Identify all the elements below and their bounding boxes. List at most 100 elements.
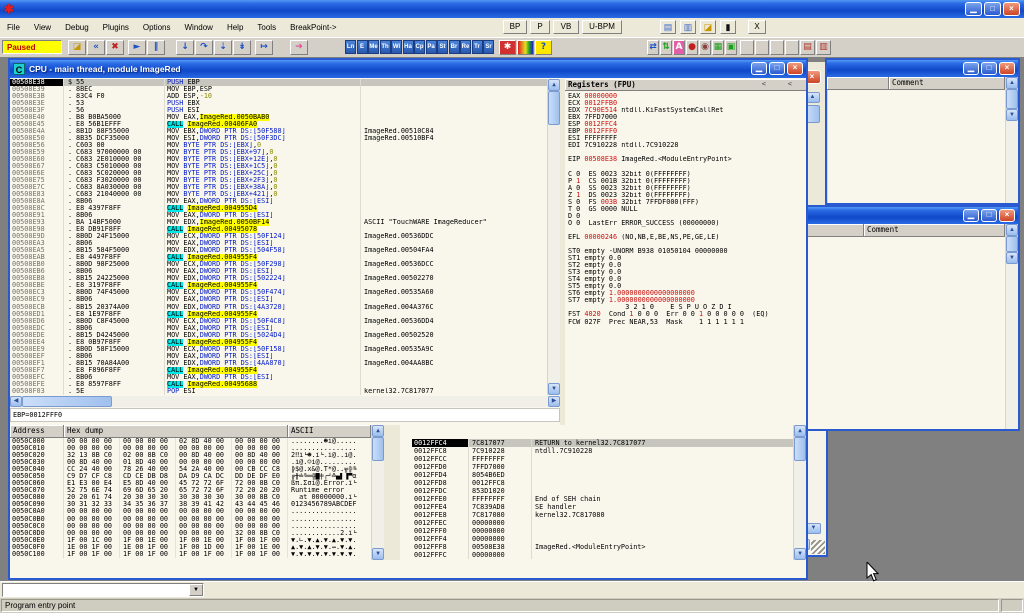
disasm-row[interactable]: 00508E45.E8 56B1EFFFCALL ImageRed.00406F… [10, 121, 547, 128]
disasm-row[interactable]: 00508EC9.8B06MOV EAX,DWORD PTR DS:[ESI] [10, 296, 547, 303]
animate-into-button[interactable]: ⇣ [214, 40, 232, 55]
menu-button-bp[interactable]: BP [503, 20, 527, 34]
stack-row[interactable]: 0012FFD07FFD7000 [412, 463, 793, 471]
scroll-up-button[interactable]: ▲ [1006, 77, 1018, 89]
dump-row[interactable]: 0050C02032 13 8B C002 00 8B C000 8D 40 0… [10, 452, 371, 459]
empty-slot-button[interactable] [785, 40, 799, 55]
disasm-row[interactable]: 00508E8A.8B06MOV EAX,DWORD PTR DS:[ESI] [10, 198, 547, 205]
panel-button-wi[interactable]: Wi [391, 40, 402, 54]
close-button[interactable]: × [999, 209, 1015, 222]
panel-button-ln[interactable]: Ln [345, 40, 356, 54]
dump-row[interactable]: 0050C1001F 00 1F 001F 00 1F 001F 00 1F 0… [10, 551, 371, 558]
open-file-button[interactable]: ◪ [68, 40, 86, 55]
command-input[interactable] [3, 584, 189, 596]
window-content[interactable] [827, 90, 1005, 203]
empty-slot-button[interactable] [770, 40, 784, 55]
record-button[interactable]: ● [686, 40, 698, 55]
disasm-row[interactable]: 00508E3F.56PUSH ESI [10, 107, 547, 114]
maximize-button[interactable]: □ [769, 62, 785, 75]
dump-row[interactable]: 0050C0D000 00 00 0000 00 00 0000 00 00 0… [10, 530, 371, 537]
disasm-row[interactable]: 00508E93.BA 14BF5000MOV EDX,ImageRed.005… [10, 219, 547, 226]
dump-row[interactable]: 0050C040CC 24 40 0078 26 40 0054 2A 40 0… [10, 466, 371, 473]
disasm-row[interactable]: 00508EA3.8B06MOV EAX,DWORD PTR DS:[ESI] [10, 240, 547, 247]
panel-button-me[interactable]: Me [368, 40, 379, 54]
disasm-row[interactable]: 00508EA5.8B15 584F5000MOV EDX,DWORD PTR … [10, 247, 547, 254]
menu-item-help[interactable]: Help [220, 23, 250, 32]
disasm-row[interactable]: 00508E4A.8B1D 88F55000MOV EBX,DWORD PTR … [10, 128, 547, 135]
close-button[interactable]: × [787, 62, 803, 75]
window-content[interactable] [802, 237, 1005, 429]
scroll-up-button[interactable]: ▲ [1006, 224, 1018, 236]
command-combobox[interactable]: ▼ [2, 583, 204, 597]
disasm-row[interactable]: 00508E98.E8 DB91F8FFCALL ImageRed.004950… [10, 226, 547, 233]
disasm-row[interactable]: 00508E3E.53PUSH EBX [10, 100, 547, 107]
minimize-button[interactable]: ▁ [963, 62, 979, 75]
menu-button-vb[interactable]: VB [553, 20, 579, 34]
minimize-button[interactable]: ▁ [965, 2, 982, 16]
minimize-button[interactable]: ▁ [963, 209, 979, 222]
disasm-row[interactable]: 00508E67.C683 C5010000 00MOV BYTE PTR DS… [10, 163, 547, 170]
dump-header-hex[interactable]: Hex dump [64, 425, 288, 437]
scroll-up-button[interactable]: ▲ [372, 425, 384, 437]
animate-over-button[interactable]: ↡ [233, 40, 251, 55]
disasm-row[interactable]: 00508E9D.8B0D 24F15000MOV ECX,DWORD PTR … [10, 233, 547, 240]
disasm-row[interactable]: 00508EC3.8B0D 74F45000MOV ECX,DWORD PTR … [10, 289, 547, 296]
disasm-row[interactable]: 00508E6E.C683 5C020000 00MOV BYTE PTR DS… [10, 170, 547, 177]
disasm-row[interactable]: 00508EF1.8B15 70A84A00MOV EDX,DWORD PTR … [10, 360, 547, 367]
dump-row[interactable]: 0050C03000 8D 40 0001 8D 40 0000 00 00 0… [10, 459, 371, 466]
execute-till-return-button[interactable]: ↦ [255, 40, 273, 55]
stack-row[interactable]: 0012FFE87C817080kernel32.7C817080 [412, 511, 793, 519]
resize-grip[interactable] [811, 540, 825, 554]
stack-row[interactable]: 0012FFD80012FFC8 [412, 479, 793, 487]
panel-button-st[interactable]: St [437, 40, 448, 54]
disasm-row[interactable]: 00508EE4.E8 0B97F8FFCALL ImageRed.004955… [10, 339, 547, 346]
scrollbar-thumb[interactable] [794, 437, 806, 461]
scrollbar-thumb[interactable] [1006, 236, 1018, 252]
dump-row[interactable]: 0050C050C9 D7 CF C8CD CE DB D8DA D9 CA D… [10, 473, 371, 480]
vertical-scrollbar[interactable]: ▲ ▼ [793, 425, 806, 560]
column-header-blank[interactable] [827, 77, 889, 89]
disasm-row[interactable]: 00508E3B.83C4 F0ADD ESP,-10 [10, 93, 547, 100]
close-button[interactable]: × [1003, 2, 1020, 16]
disasm-row[interactable]: 00508E60.C683 2E010000 00MOV BYTE PTR DS… [10, 156, 547, 163]
appearance-button[interactable] [517, 40, 534, 55]
disasm-row[interactable]: 00508EB8.8B15 24225000MOV EDX,DWORD PTR … [10, 275, 547, 282]
disasm-row[interactable]: 00508ED1.E8 1E97F8FFCALL ImageRed.004955… [10, 311, 547, 318]
disasm-row[interactable]: 00508EBE.E8 3197F8FFCALL ImageRed.004955… [10, 282, 547, 289]
dump-row[interactable]: 0050C0B000 00 00 0000 00 00 0000 00 00 0… [10, 516, 371, 523]
menu-button-p[interactable]: P [530, 20, 550, 34]
disasm-row[interactable]: 00508EAB.E8 4497F8FFCALL ImageRed.004955… [10, 254, 547, 261]
disasm-row[interactable]: 00508E50.8B35 DCF35000MOV ESI,DWORD PTR … [10, 135, 547, 142]
vertical-scrollbar[interactable]: ▲ ▼ [1005, 77, 1018, 203]
disasm-row[interactable]: 00508E39.8BECMOV EBP,ESP [10, 86, 547, 93]
disasm-row[interactable]: 00508ECB.8B15 20374A00MOV EDX,DWORD PTR … [10, 304, 547, 311]
disasm-row[interactable]: 00508EDC.8B06MOV EAX,DWORD PTR DS:[ESI] [10, 325, 547, 332]
stack-row[interactable]: 0012FFF000000000 [412, 527, 793, 535]
scrollbar-thumb[interactable] [22, 396, 112, 407]
dump-row[interactable]: 0050C09030 31 32 3334 35 36 3738 39 41 4… [10, 501, 371, 508]
dump-row[interactable]: 0050C0A000 00 00 0000 00 00 0000 00 00 0… [10, 508, 371, 515]
menu-item-plugins[interactable]: Plugins [96, 23, 136, 32]
window-titlebar[interactable]: ▁ □ × [802, 207, 1018, 224]
spiral-button[interactable]: ◉ [699, 40, 711, 55]
disasm-row[interactable]: 00508E38$55PUSH EBP [10, 79, 547, 86]
go-to-button[interactable]: ➔ [290, 40, 308, 55]
pane-next-button[interactable]: < [788, 79, 792, 90]
scroll-left-button[interactable]: ◀ [10, 396, 22, 407]
disasm-row[interactable]: 00508E7C.C683 8A030000 00MOV BYTE PTR DS… [10, 184, 547, 191]
disasm-row[interactable]: 00508ED6.8B0D C8F45000MOV ECX,DWORD PTR … [10, 318, 547, 325]
disasm-row[interactable]: 00508E83.C683 21040000 00MOV BYTE PTR DS… [10, 191, 547, 198]
scroll-down-button[interactable]: ▼ [1006, 252, 1018, 264]
scroll-down-button[interactable]: ▼ [372, 548, 384, 560]
disasm-row[interactable]: 00508EEF.8B06MOV EAX,DWORD PTR DS:[ESI] [10, 353, 547, 360]
notepad-button[interactable]: ▤ [660, 20, 676, 34]
dump-row[interactable]: 0050C0F01E 00 1F 001E 00 1F 001F 00 1D 0… [10, 544, 371, 551]
pane-prev-button[interactable]: < [762, 79, 766, 90]
log-button[interactable]: ▥ [680, 20, 696, 34]
step-into-button[interactable]: ↓ [176, 40, 194, 55]
stack-row[interactable]: 0012FFC47C817077RETURN to kernel32.7C817… [412, 439, 793, 447]
console-button[interactable]: ▮ [720, 20, 736, 34]
scroll-down-button[interactable]: ▼ [1006, 109, 1018, 121]
close-program-button[interactable]: ✖ [106, 40, 124, 55]
disasm-row[interactable]: 00508EE9.8B0D 58F15000MOV ECX,DWORD PTR … [10, 346, 547, 353]
